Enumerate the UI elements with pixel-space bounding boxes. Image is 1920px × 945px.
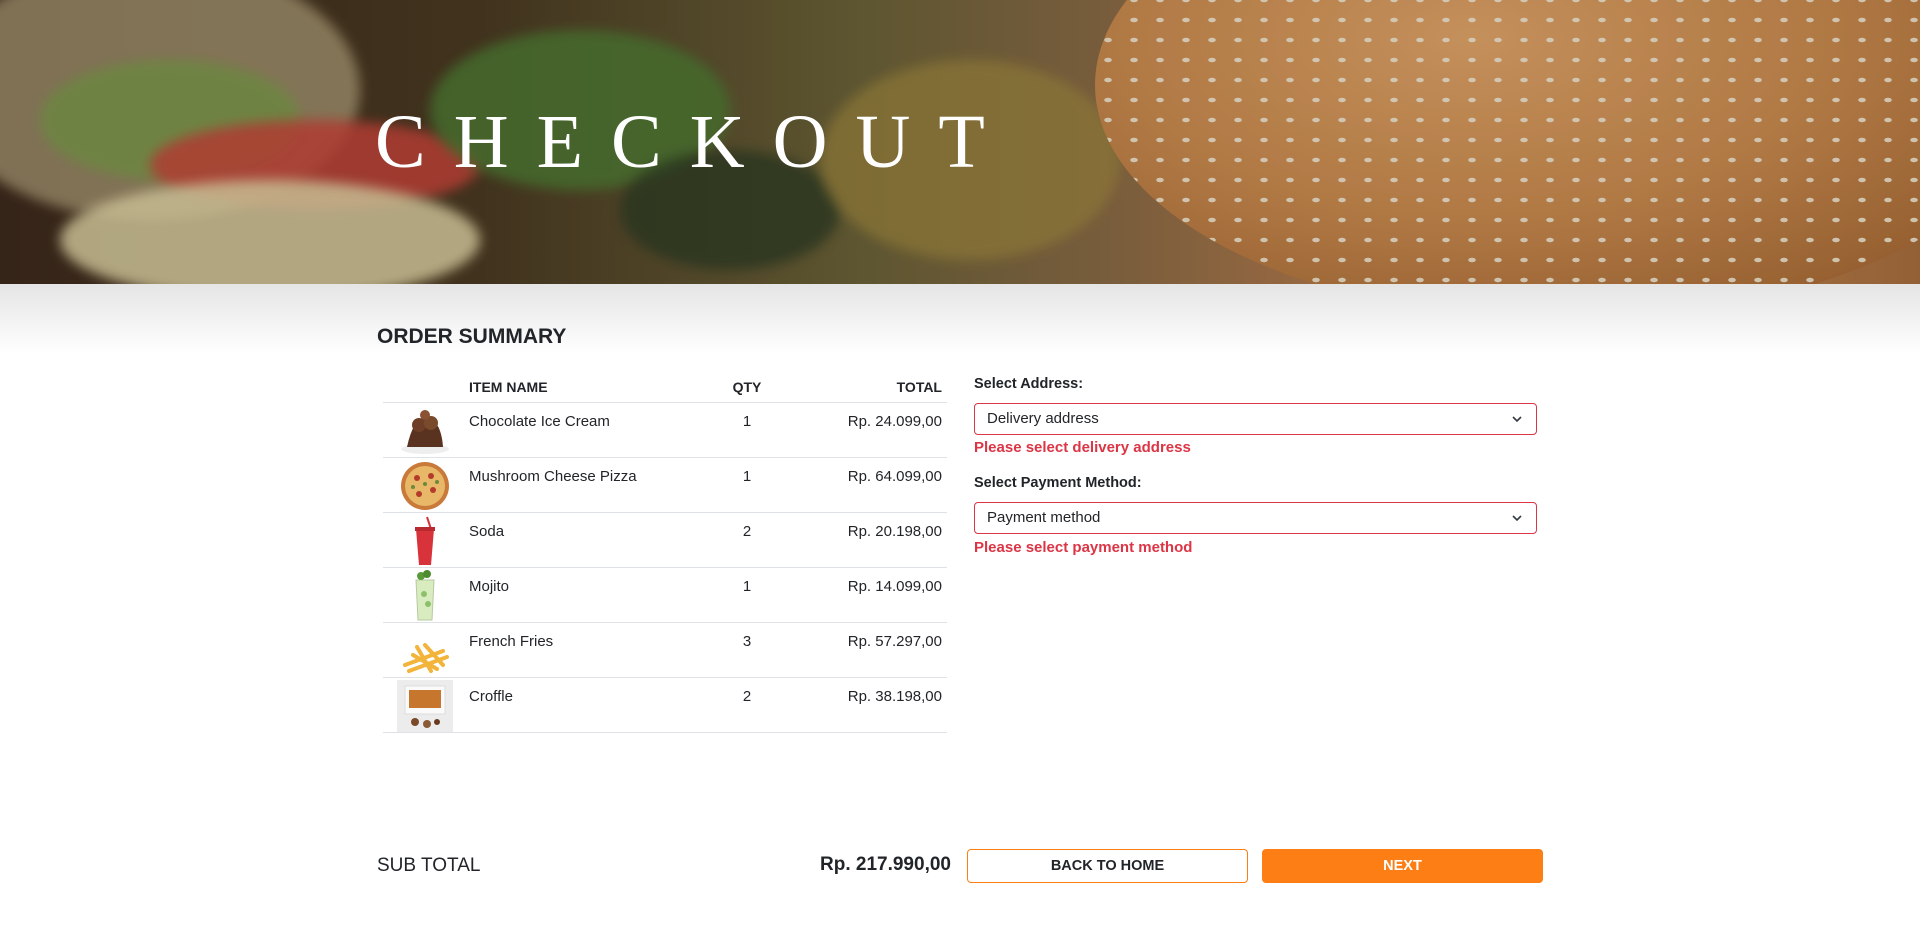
table-row: Mushroom Cheese Pizza 1 Rp. 64.099,00: [383, 457, 947, 513]
page-title: CHECKOUT: [375, 100, 1013, 184]
table-row: Croffle 2 Rp. 38.198,00: [383, 677, 947, 733]
address-select-value: Delivery address: [987, 410, 1099, 427]
item-total: Rp. 64.099,00: [792, 457, 947, 513]
address-label: Select Address:: [974, 376, 1084, 392]
subtotal-label: SUB TOTAL: [377, 855, 481, 876]
item-name: Croffle: [469, 677, 702, 733]
back-to-home-button[interactable]: BACK TO HOME: [967, 849, 1248, 883]
order-table: ITEM NAME QTY TOTAL Chocolate Ice Cream …: [383, 372, 947, 733]
hero-banner: CHECKOUT: [0, 0, 1920, 284]
item-name: Mojito: [469, 567, 702, 623]
item-qty: 2: [702, 512, 792, 568]
chevron-down-icon: [1512, 416, 1522, 423]
column-header-qty: QTY: [702, 372, 792, 403]
item-total: Rp. 38.198,00: [792, 677, 947, 733]
chevron-down-icon: [1512, 515, 1522, 522]
mojito-glass-image: [397, 570, 453, 622]
column-header-item-name: ITEM NAME: [469, 372, 702, 403]
soda-cup-image: [397, 515, 453, 567]
item-qty: 3: [702, 622, 792, 678]
item-name: Soda: [469, 512, 702, 568]
table-header-row: ITEM NAME QTY TOTAL: [383, 372, 947, 403]
item-qty: 1: [702, 457, 792, 513]
croffle-box-image: [397, 680, 453, 732]
order-summary-title: ORDER SUMMARY: [377, 325, 567, 348]
table-row: Mojito 1 Rp. 14.099,00: [383, 567, 947, 623]
item-name: Chocolate Ice Cream: [469, 402, 702, 458]
payment-select-value: Payment method: [987, 509, 1101, 526]
item-total: Rp. 20.198,00: [792, 512, 947, 568]
address-select[interactable]: Delivery address: [974, 403, 1537, 435]
table-row: French Fries 3 Rp. 57.297,00: [383, 622, 947, 678]
table-row: Soda 2 Rp. 20.198,00: [383, 512, 947, 568]
column-header-total: TOTAL: [792, 372, 947, 403]
item-name: French Fries: [469, 622, 702, 678]
next-button[interactable]: NEXT: [1262, 849, 1543, 883]
item-name: Mushroom Cheese Pizza: [469, 457, 702, 513]
subtotal-value: Rp. 217.990,00: [820, 854, 951, 875]
item-total: Rp. 24.099,00: [792, 402, 947, 458]
payment-select[interactable]: Payment method: [974, 502, 1537, 534]
item-qty: 1: [702, 567, 792, 623]
item-qty: 1: [702, 402, 792, 458]
table-row: Chocolate Ice Cream 1 Rp. 24.099,00: [383, 402, 947, 458]
payment-error: Please select payment method: [974, 539, 1193, 556]
item-qty: 2: [702, 677, 792, 733]
pizza-image: [397, 460, 453, 512]
french-fries-image: [397, 625, 453, 677]
payment-label: Select Payment Method:: [974, 475, 1142, 491]
chocolate-ice-cream-image: [397, 405, 453, 457]
item-total: Rp. 14.099,00: [792, 567, 947, 623]
item-total: Rp. 57.297,00: [792, 622, 947, 678]
address-error: Please select delivery address: [974, 439, 1191, 456]
